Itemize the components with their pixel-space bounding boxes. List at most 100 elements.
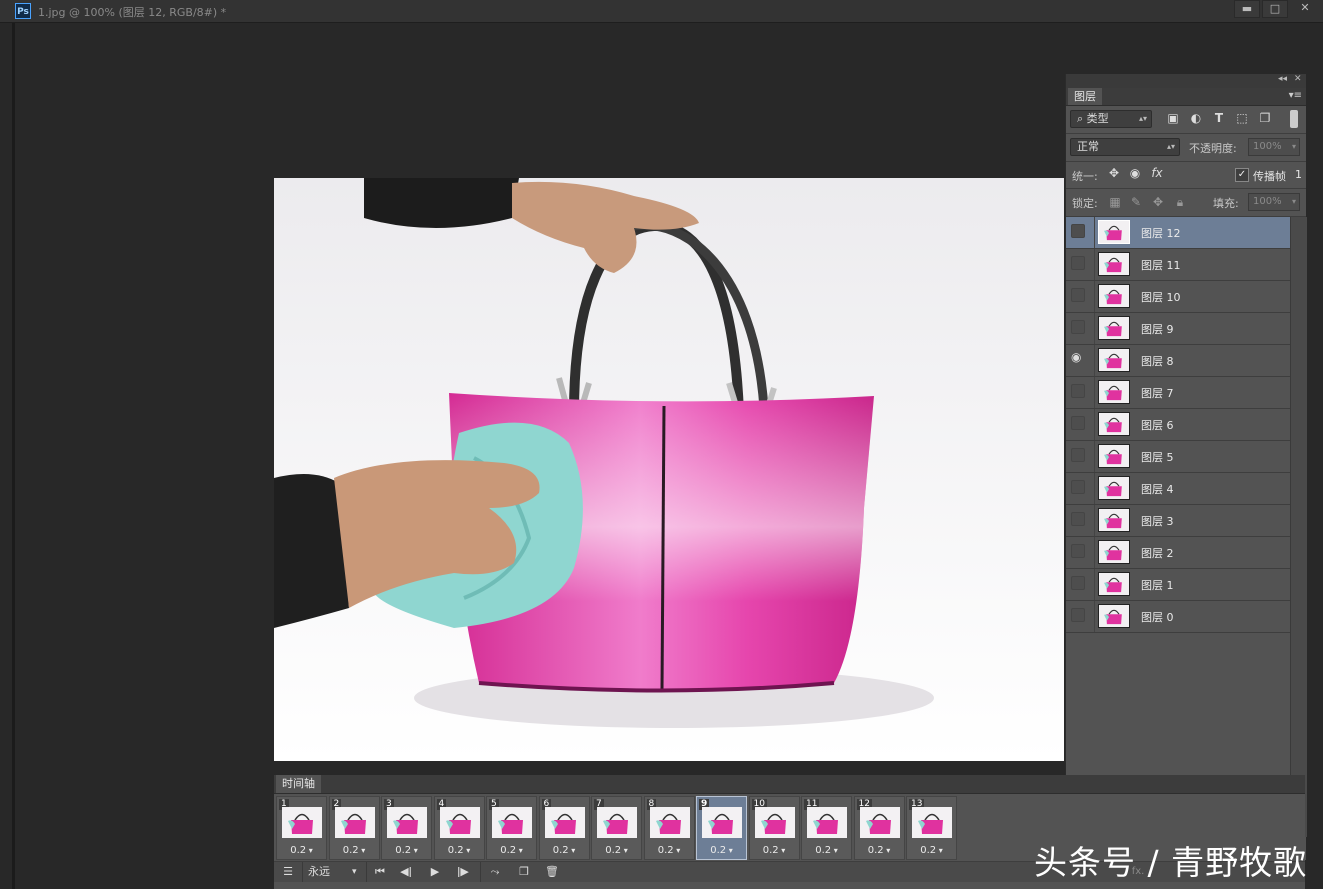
unify-style-icon[interactable]: fx: [1149, 165, 1165, 181]
visibility-eye-icon[interactable]: [1071, 576, 1085, 590]
visibility-eye-icon[interactable]: [1071, 608, 1085, 622]
loop-options-dropdown[interactable]: 永远 ▾: [308, 864, 360, 880]
layer-row[interactable]: 图层 7: [1066, 377, 1290, 409]
document-canvas[interactable]: [274, 178, 1064, 761]
blend-mode-dropdown[interactable]: 正常 ▴▾: [1070, 138, 1180, 156]
frame-delay-dropdown[interactable]: 0.2 ▾: [382, 845, 431, 856]
layer-row[interactable]: 图层 2: [1066, 537, 1290, 569]
lock-paint-brush-icon[interactable]: ✎: [1128, 194, 1144, 210]
layer-row[interactable]: 图层 0: [1066, 601, 1290, 633]
animation-frame[interactable]: 13 0.2 ▾: [906, 796, 957, 860]
layer-row[interactable]: 图层 10: [1066, 281, 1290, 313]
maximize-button[interactable]: □: [1262, 0, 1288, 18]
tween-icon[interactable]: ⤳: [486, 864, 504, 880]
divider: [1094, 569, 1095, 600]
tab-timeline[interactable]: 时间轴: [276, 775, 321, 793]
chevron-down-icon: ▾: [673, 846, 681, 855]
chevron-down-icon: ▾: [778, 846, 786, 855]
chevron-down-icon: ▾: [463, 846, 471, 855]
convert-to-video-timeline-icon[interactable]: ☰: [278, 864, 298, 880]
animation-frame[interactable]: 8 0.2 ▾: [643, 796, 695, 860]
frame-delay-value: 0.2: [290, 845, 307, 856]
animation-frame[interactable]: 5 0.2 ▾: [486, 796, 537, 860]
image-filter-icon[interactable]: ▣: [1165, 110, 1181, 126]
visibility-eye-icon[interactable]: [1071, 544, 1085, 558]
animation-frame[interactable]: 10 0.2 ▾: [748, 796, 800, 860]
frame-delay-dropdown[interactable]: 0.2 ▾: [855, 845, 904, 856]
handbag-thumbnail: [1104, 289, 1122, 305]
previous-frame-icon[interactable]: ◀ǀ: [398, 864, 414, 880]
frame-delay-dropdown[interactable]: 0.2 ▾: [592, 845, 641, 856]
visibility-eye-icon[interactable]: [1071, 384, 1085, 398]
layer-row[interactable]: 图层 6: [1066, 409, 1290, 441]
frame-delay-dropdown[interactable]: 0.2 ▾: [907, 845, 956, 856]
lock-position-icon[interactable]: ✥: [1150, 194, 1166, 210]
animation-frame[interactable]: 1 0.2 ▾: [276, 796, 327, 860]
type-filter-icon[interactable]: T: [1211, 110, 1227, 126]
layer-row[interactable]: 图层 3: [1066, 505, 1290, 537]
frame-delay-dropdown[interactable]: 0.2 ▾: [802, 845, 851, 856]
animation-frame[interactable]: 4 0.2 ▾: [433, 796, 485, 860]
frame-delay-dropdown[interactable]: 0.2 ▾: [435, 845, 484, 856]
frame-delay-dropdown[interactable]: 0.2 ▾: [487, 845, 536, 856]
layer-row[interactable]: 图层 5: [1066, 441, 1290, 473]
handbag-thumbnail: [655, 813, 681, 834]
animation-frame[interactable]: 2 0.2 ▾: [328, 796, 380, 860]
close-button[interactable]: ✕: [1290, 0, 1320, 18]
shape-filter-icon[interactable]: ⬚: [1234, 110, 1250, 126]
collapse-panel-icon[interactable]: ◂◂: [1278, 74, 1287, 84]
frame-delay-dropdown[interactable]: 0.2 ▾: [750, 845, 799, 856]
frame-delay-dropdown[interactable]: 0.2 ▾: [645, 845, 694, 856]
panel-menu-icon[interactable]: ▾≡: [1289, 90, 1302, 101]
visibility-eye-icon[interactable]: [1071, 288, 1085, 302]
animation-frame[interactable]: 6 0.2 ▾: [538, 796, 590, 860]
visibility-eye-icon[interactable]: [1071, 480, 1085, 494]
fill-field[interactable]: 100% ▾: [1248, 193, 1300, 211]
divider: [302, 862, 303, 882]
layer-row[interactable]: 图层 8: [1066, 345, 1290, 377]
unify-position-icon[interactable]: ✥: [1106, 165, 1122, 181]
frame-thumbnail: [649, 807, 690, 838]
filter-kind-dropdown[interactable]: ⌕ 类型 ▴▾: [1070, 110, 1152, 128]
animation-frame[interactable]: 9 0.2 ▾: [696, 796, 747, 860]
minimize-button[interactable]: ▬: [1234, 0, 1260, 18]
layer-row[interactable]: 图层 12: [1066, 217, 1290, 249]
frame-delay-dropdown[interactable]: 0.2 ▾: [330, 845, 379, 856]
layer-row[interactable]: 图层 9: [1066, 313, 1290, 345]
duplicate-frame-icon[interactable]: ❐: [516, 864, 532, 880]
propagate-frame-checkbox[interactable]: ✓: [1235, 168, 1249, 182]
lock-all-icon[interactable]: 🔒︎: [1172, 194, 1188, 210]
animation-frame[interactable]: 3 0.2 ▾: [381, 796, 432, 860]
filter-toggle-switch[interactable]: [1290, 110, 1298, 128]
visibility-eye-icon[interactable]: [1071, 416, 1085, 430]
delete-frame-icon[interactable]: 🗑︎: [544, 864, 560, 880]
adjustment-filter-icon[interactable]: ◐: [1188, 110, 1204, 126]
play-icon[interactable]: ▶: [427, 864, 443, 880]
unify-visibility-icon[interactable]: ◉: [1127, 165, 1143, 181]
visibility-eye-icon[interactable]: [1071, 448, 1085, 462]
first-frame-icon[interactable]: ⏮: [372, 864, 388, 880]
close-panel-icon[interactable]: ✕: [1294, 74, 1302, 84]
next-frame-icon[interactable]: ǀ▶: [455, 864, 471, 880]
lock-transparent-icon[interactable]: ▦: [1107, 194, 1123, 210]
visibility-eye-icon[interactable]: [1071, 512, 1085, 526]
animation-frame[interactable]: 7 0.2 ▾: [591, 796, 642, 860]
smart-object-filter-icon[interactable]: ❐: [1257, 110, 1273, 126]
opacity-field[interactable]: 100% ▾: [1248, 138, 1300, 156]
visibility-eye-icon[interactable]: [1071, 320, 1085, 334]
tab-layers[interactable]: 图层: [1068, 88, 1102, 105]
visibility-eye-icon[interactable]: [1071, 350, 1085, 366]
frame-delay-dropdown[interactable]: 0.2 ▾: [277, 845, 326, 856]
visibility-eye-icon[interactable]: [1071, 256, 1085, 270]
layer-list-scrollbar[interactable]: [1290, 217, 1307, 837]
layer-row[interactable]: 图层 1: [1066, 569, 1290, 601]
layer-row[interactable]: 图层 4: [1066, 473, 1290, 505]
animation-frame[interactable]: 12 0.2 ▾: [853, 796, 905, 860]
frame-delay-dropdown[interactable]: 0.2 ▾: [540, 845, 589, 856]
visibility-eye-icon[interactable]: [1071, 224, 1085, 238]
chevron-down-icon: ▾: [1291, 197, 1296, 206]
frame-delay-dropdown[interactable]: 0.2 ▾: [697, 845, 746, 856]
animation-frame[interactable]: 11 0.2 ▾: [801, 796, 852, 860]
layer-row[interactable]: 图层 11: [1066, 249, 1290, 281]
frame-thumbnail: [439, 807, 480, 838]
